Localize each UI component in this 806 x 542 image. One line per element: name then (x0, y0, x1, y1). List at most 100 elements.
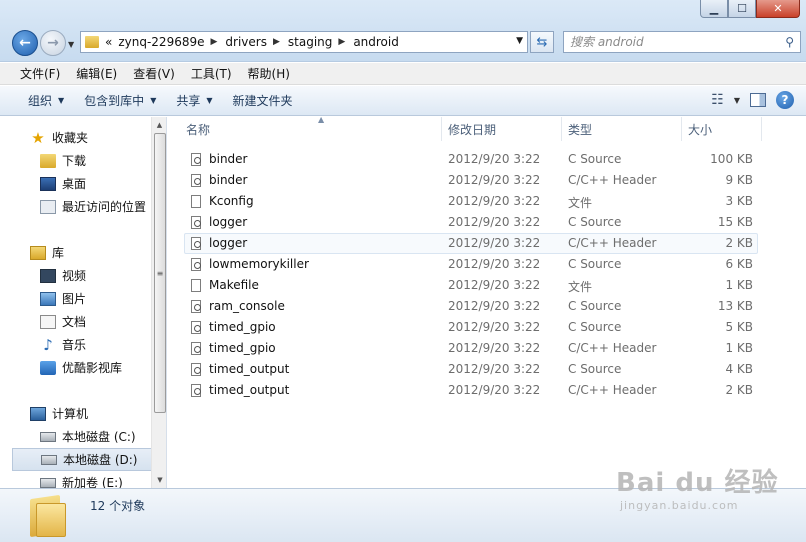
menu-file[interactable]: 文件(F) (12, 65, 68, 82)
favorites-group: ★ 收藏夹 下载 桌面 最近访问的位置 (0, 126, 152, 218)
file-row[interactable]: lowmemorykiller 2012/9/20 3:22 C Source … (184, 254, 758, 275)
header-file-icon (191, 236, 201, 250)
menu-tools[interactable]: 工具(T) (183, 65, 240, 82)
disk-icon (40, 431, 56, 442)
file-date: 2012/9/20 3:22 (448, 215, 541, 229)
nav-scrollbar[interactable]: ▲ ≡ ▼ (151, 117, 166, 488)
disk-icon (40, 477, 56, 488)
downloads-folder-icon (40, 153, 56, 168)
help-icon[interactable]: ? (776, 91, 794, 109)
file-size: 15 KB (717, 215, 753, 229)
chevron-down-icon[interactable]: ▼ (516, 36, 523, 46)
nav-disk-e[interactable]: 新加卷 (E:) (0, 471, 152, 488)
column-size[interactable]: 大小 (682, 117, 762, 141)
chevron-right-icon[interactable]: ▶ (211, 37, 218, 47)
scroll-down-icon[interactable]: ▼ (152, 472, 166, 488)
file-type: C/C++ Header (568, 236, 657, 250)
file-row[interactable]: timed_gpio 2012/9/20 3:22 C Source 5 KB (184, 317, 758, 338)
breadcrumb-android[interactable]: android (353, 35, 399, 49)
file-date: 2012/9/20 3:22 (448, 236, 541, 250)
file-name: timed_gpio (209, 341, 276, 355)
nav-videos[interactable]: 视频 (0, 264, 152, 287)
file-row[interactable]: timed_gpio 2012/9/20 3:22 C/C++ Header 1… (184, 338, 758, 359)
nav-music[interactable]: ♪ 音乐 (0, 333, 152, 356)
chevron-down-icon[interactable]: ▼ (734, 96, 740, 105)
chevron-down-icon: ▼ (206, 96, 213, 105)
refresh-button[interactable]: ⇆ (530, 31, 554, 53)
scroll-up-icon[interactable]: ▲ (152, 117, 166, 133)
organize-button[interactable]: 组织 ▼ (18, 92, 74, 109)
file-row[interactable]: logger 2012/9/20 3:22 C Source 15 KB (184, 212, 758, 233)
file-row[interactable]: timed_output 2012/9/20 3:22 C/C++ Header… (184, 380, 758, 401)
column-name-label: 名称 (186, 122, 211, 137)
breadcrumb-zynq[interactable]: zynq-229689e (118, 35, 204, 49)
nav-downloads[interactable]: 下载 (0, 149, 152, 172)
nav-label: 本地磁盘 (D:) (63, 453, 138, 467)
file-size: 4 KB (725, 362, 753, 376)
preview-pane-icon[interactable] (750, 93, 766, 107)
file-row[interactable]: binder 2012/9/20 3:22 C/C++ Header 9 KB (184, 170, 758, 191)
nav-disk-d[interactable]: 本地磁盘 (D:) (12, 448, 152, 471)
file-row[interactable]: ram_console 2012/9/20 3:22 C Source 13 K… (184, 296, 758, 317)
blank-file-icon (191, 194, 201, 208)
share-button[interactable]: 共享 ▼ (166, 92, 222, 109)
view-options-icon[interactable]: ☷ (711, 92, 724, 108)
column-name[interactable]: 名称 ▲ (180, 115, 442, 141)
maximize-icon: ☐ (737, 2, 747, 15)
nav-computer[interactable]: 计算机 (0, 402, 152, 425)
menu-help[interactable]: 帮助(H) (240, 65, 298, 82)
file-type: C Source (568, 362, 622, 376)
file-row[interactable]: logger 2012/9/20 3:22 C/C++ Header 2 KB (184, 233, 758, 254)
address-bar[interactable]: « zynq-229689e ▶ drivers ▶ staging ▶ and… (80, 31, 528, 53)
breadcrumb-staging[interactable]: staging (288, 35, 332, 49)
header-file-icon (191, 383, 201, 397)
nav-libraries[interactable]: 库 (0, 241, 152, 264)
nav-disk-c[interactable]: 本地磁盘 (C:) (0, 425, 152, 448)
sort-ascending-icon: ▲ (318, 115, 325, 124)
forward-button[interactable]: → (40, 30, 66, 56)
minimize-button[interactable]: ▁ (700, 0, 728, 18)
column-date[interactable]: 修改日期 (442, 117, 562, 141)
search-input[interactable] (570, 35, 770, 49)
desktop-icon (40, 176, 56, 191)
nav-desktop[interactable]: 桌面 (0, 172, 152, 195)
nav-documents[interactable]: 文档 (0, 310, 152, 333)
menu-view[interactable]: 查看(V) (125, 65, 183, 82)
file-date: 2012/9/20 3:22 (448, 341, 541, 355)
file-name: logger (209, 215, 248, 229)
file-type: C Source (568, 257, 622, 271)
maximize-button[interactable]: ☐ (728, 0, 756, 18)
file-row[interactable]: timed_output 2012/9/20 3:22 C Source 4 K… (184, 359, 758, 380)
nav-label: 视频 (62, 269, 87, 283)
nav-favorites[interactable]: ★ 收藏夹 (0, 126, 152, 149)
nav-label: 最近访问的位置 (62, 200, 147, 214)
nav-youku[interactable]: 优酷影视库 (0, 356, 152, 379)
file-row[interactable]: Makefile 2012/9/20 3:22 文件 1 KB (184, 275, 758, 296)
menu-edit[interactable]: 编辑(E) (68, 65, 125, 82)
file-date: 2012/9/20 3:22 (448, 173, 541, 187)
picture-icon (40, 291, 56, 306)
chevron-right-icon[interactable]: ▶ (273, 37, 280, 47)
c-source-file-icon (191, 215, 201, 229)
file-row[interactable]: Kconfig 2012/9/20 3:22 文件 3 KB (184, 191, 758, 212)
breadcrumb-overflow[interactable]: « (105, 35, 112, 49)
file-type: C/C++ Header (568, 173, 657, 187)
recent-pages-dropdown[interactable]: ▼ (68, 40, 74, 49)
file-type: 文件 (568, 280, 593, 294)
search-icon[interactable]: ⚲ (785, 35, 794, 49)
new-folder-button[interactable]: 新建文件夹 (223, 92, 303, 109)
nav-pictures[interactable]: 图片 (0, 287, 152, 310)
scrollbar-thumb[interactable]: ≡ (154, 133, 166, 413)
file-row[interactable]: binder 2012/9/20 3:22 C Source 100 KB (184, 149, 758, 170)
nav-label: 图片 (62, 292, 87, 306)
nav-recent-places[interactable]: 最近访问的位置 (0, 195, 152, 218)
close-button[interactable]: ✕ (756, 0, 800, 18)
breadcrumb-drivers[interactable]: drivers (225, 35, 267, 49)
column-type[interactable]: 类型 (562, 117, 682, 141)
include-library-button[interactable]: 包含到库中 ▼ (74, 92, 166, 109)
chevron-right-icon[interactable]: ▶ (338, 37, 345, 47)
back-button[interactable]: ← (12, 30, 38, 56)
header-file-icon (191, 173, 201, 187)
file-name: binder (209, 152, 248, 166)
document-icon (40, 314, 56, 329)
